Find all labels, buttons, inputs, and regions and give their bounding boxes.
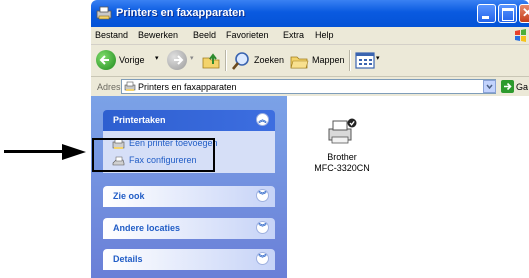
printers-list: Brother MFC-3320CN	[287, 96, 529, 278]
printer-folder-icon	[96, 6, 112, 20]
forward-arrow-icon[interactable]	[167, 50, 187, 70]
back-arrow-icon[interactable]	[96, 50, 116, 70]
expand-chevron-icon[interactable]: ︾	[256, 252, 269, 265]
printer-folder-icon	[124, 81, 136, 91]
other-places-header[interactable]: Andere locaties ︾	[103, 218, 275, 239]
minimize-button[interactable]	[477, 4, 496, 23]
address-bar: Adres Printers en faxapparaten Ga naar	[91, 77, 529, 97]
menu-bewerken[interactable]: Bewerken	[138, 30, 178, 40]
views-icon[interactable]	[355, 52, 375, 69]
printer-tasks-header[interactable]: Printertaken ︽	[103, 110, 275, 131]
address-value: Printers en faxapparaten	[138, 82, 237, 92]
toolbar-separator	[225, 50, 227, 71]
toolbar: Vorige ▾ ▾ Zoeken Mappen ▾	[91, 45, 529, 77]
search-button-label[interactable]: Zoeken	[254, 55, 284, 65]
close-button[interactable]	[519, 4, 529, 23]
menu-help[interactable]: Help	[315, 30, 334, 40]
see-also-title: Zie ook	[113, 191, 145, 201]
other-places-title: Andere locaties	[113, 223, 181, 233]
menu-bar: Bestand Bewerken Beeld Favorieten Extra …	[91, 27, 529, 45]
annotation-highlight-box	[92, 138, 215, 172]
task-pane: Printertaken ︽ Een printer toevoegen Fax…	[91, 96, 287, 278]
views-dropdown-icon[interactable]: ▾	[376, 54, 380, 62]
back-button-label[interactable]: Vorige	[119, 55, 145, 65]
annotation-arrow-head	[62, 144, 86, 160]
menu-extra[interactable]: Extra	[283, 30, 304, 40]
printer-item[interactable]: Brother MFC-3320CN	[287, 96, 397, 176]
details-title: Details	[113, 254, 143, 264]
go-arrow-icon[interactable]	[501, 80, 514, 93]
expand-chevron-icon[interactable]: ︾	[256, 221, 269, 234]
address-label: Adres	[97, 82, 121, 92]
printer-model: MFC-3320CN	[314, 163, 370, 173]
printer-brand: Brother	[327, 152, 357, 162]
address-field[interactable]: Printers en faxapparaten	[121, 79, 496, 94]
windows-logo-icon	[512, 27, 529, 44]
details-header[interactable]: Details ︾	[103, 249, 275, 270]
forward-dropdown-icon[interactable]: ▾	[190, 54, 194, 62]
collapse-chevron-icon[interactable]: ︽	[256, 113, 269, 126]
printer-tasks-title: Printertaken	[113, 115, 166, 125]
menu-favorieten[interactable]: Favorieten	[226, 30, 269, 40]
annotation-arrow-shaft	[4, 150, 70, 153]
maximize-button[interactable]	[498, 4, 517, 23]
search-icon[interactable]	[231, 51, 251, 71]
go-button-label[interactable]: Ga naar	[516, 82, 529, 92]
printer-label: Brother MFC-3320CN	[287, 152, 397, 174]
see-also-header[interactable]: Zie ook ︾	[103, 186, 275, 207]
menu-bestand[interactable]: Bestand	[95, 30, 128, 40]
back-dropdown-icon[interactable]: ▾	[155, 54, 159, 62]
expand-chevron-icon[interactable]: ︾	[256, 189, 269, 202]
menu-beeld[interactable]: Beeld	[193, 30, 216, 40]
folders-icon[interactable]	[289, 51, 309, 71]
up-folder-icon[interactable]	[201, 51, 221, 71]
printer-icon	[328, 118, 357, 144]
address-dropdown-button[interactable]	[483, 80, 496, 93]
window-title: Printers en faxapparaten	[116, 7, 245, 19]
toolbar-separator	[349, 50, 351, 71]
folders-button-label[interactable]: Mappen	[312, 55, 345, 65]
title-bar[interactable]: Printers en faxapparaten	[91, 0, 529, 27]
